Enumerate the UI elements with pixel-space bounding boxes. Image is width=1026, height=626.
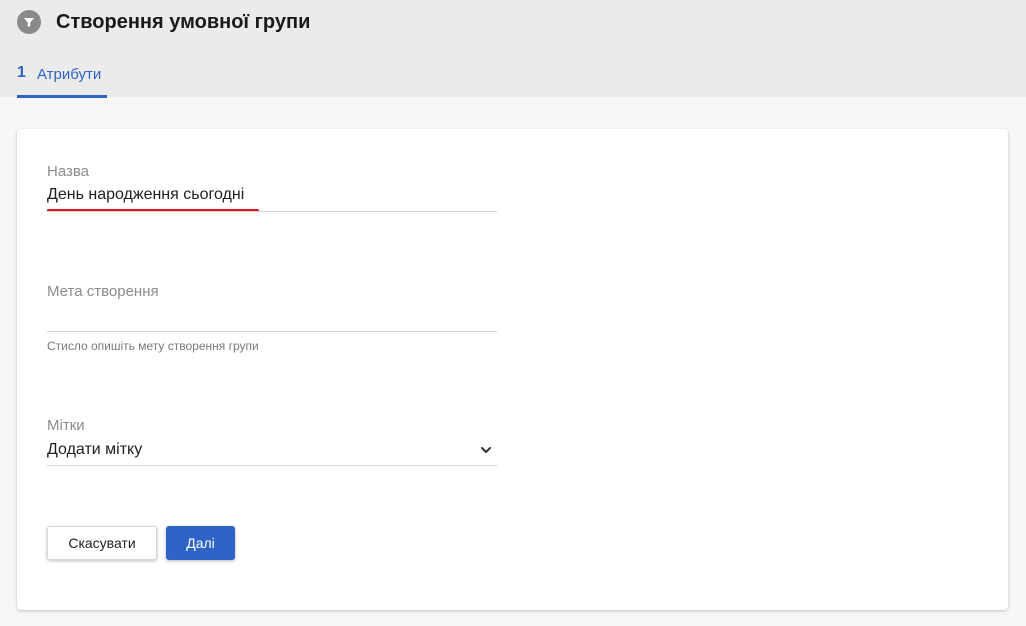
form-card: Назва День народження сьогодні Мета ство…: [17, 129, 1008, 610]
name-field-value[interactable]: День народження сьогодні: [47, 186, 244, 204]
purpose-field[interactable]: Мета створення Стисло опишіть мету створ…: [47, 279, 497, 354]
tags-select[interactable]: Мітки Додати мітку: [47, 413, 497, 473]
purpose-field-label: Мета створення: [47, 283, 159, 300]
tab-label: Атрибути: [37, 66, 102, 83]
tab-step-number: 1: [17, 64, 26, 81]
purpose-helper-text: Стисло опишіть мету створення групи: [47, 339, 259, 353]
name-field-underline: [47, 211, 497, 212]
tags-field-label: Мітки: [47, 417, 85, 434]
tags-field-underline: [47, 465, 497, 466]
cancel-button[interactable]: Скасувати: [47, 526, 157, 560]
name-field[interactable]: Назва День народження сьогодні: [47, 159, 497, 219]
purpose-field-underline: [47, 331, 497, 332]
tab-attributes[interactable]: 1 Атрибути: [17, 60, 107, 98]
filter-icon: [17, 10, 41, 34]
page-header: Створення умовної групи 1 Атрибути: [0, 0, 1026, 98]
next-button[interactable]: Далі: [166, 526, 235, 560]
tags-select-value[interactable]: Додати мітку: [47, 441, 142, 459]
page-title: Створення умовної групи: [56, 11, 311, 33]
name-field-label: Назва: [47, 163, 90, 180]
chevron-down-icon[interactable]: [479, 443, 493, 457]
